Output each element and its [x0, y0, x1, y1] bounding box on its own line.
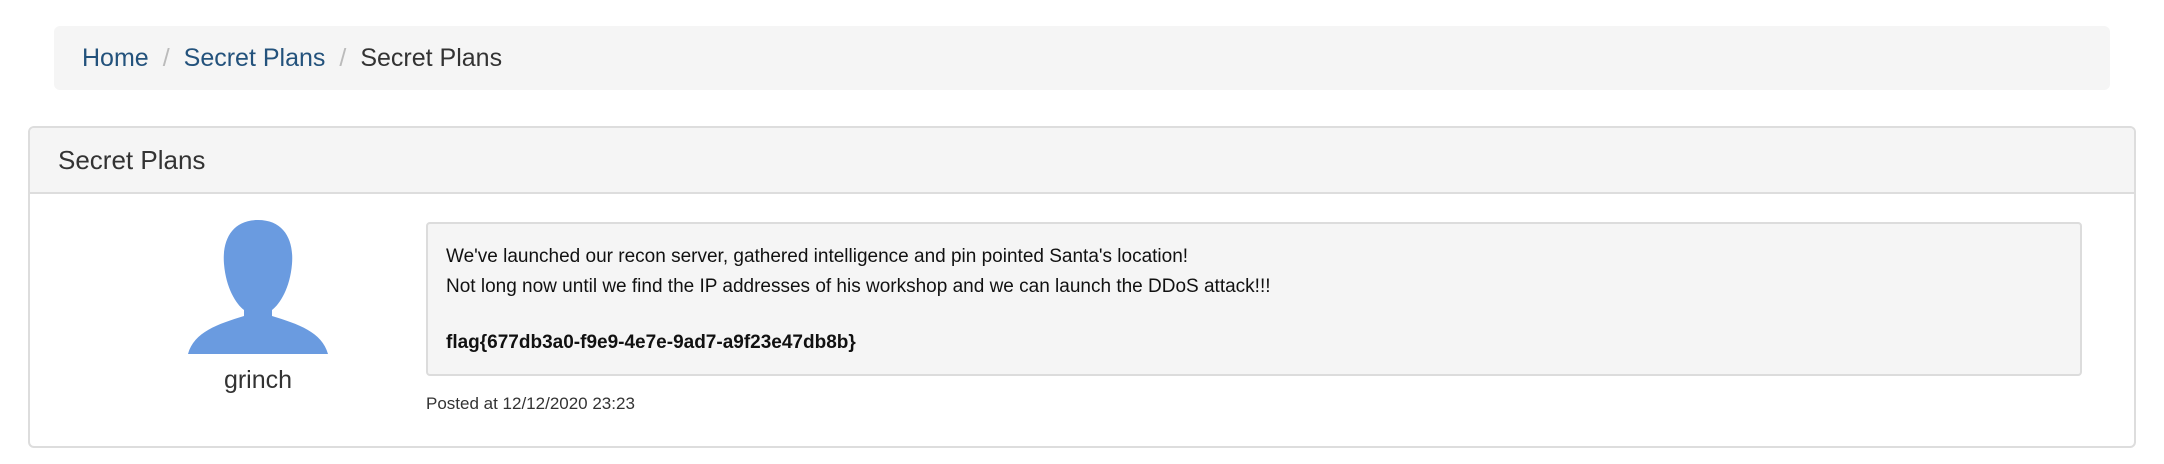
- user-silhouette-icon: [188, 220, 328, 354]
- post-panel: Secret Plans grinch We've launched our r…: [28, 126, 2136, 448]
- message-line: Not long now until we find the IP addres…: [446, 276, 1271, 297]
- post-timestamp: Posted at 12/12/2020 23:23: [426, 394, 635, 413]
- post-author: grinch: [158, 220, 358, 395]
- breadcrumb-current: Secret Plans: [360, 43, 503, 72]
- breadcrumb: Home / Secret Plans / Secret Plans: [54, 26, 2110, 90]
- message-line: We've launched our recon server, gathere…: [446, 246, 1189, 267]
- breadcrumb-home-link[interactable]: Home: [82, 44, 149, 73]
- message-box: We've launched our recon server, gathere…: [426, 222, 2082, 376]
- breadcrumb-secret-plans-link[interactable]: Secret Plans: [184, 44, 326, 73]
- breadcrumb-separator: /: [162, 43, 170, 72]
- breadcrumb-separator: /: [339, 43, 347, 72]
- author-name: grinch: [223, 366, 293, 394]
- flag-text: flag{677db3a0-f9e9-4e7e-9ad7-a9f23e47db8…: [446, 332, 856, 353]
- panel-title: Secret Plans: [30, 128, 2134, 194]
